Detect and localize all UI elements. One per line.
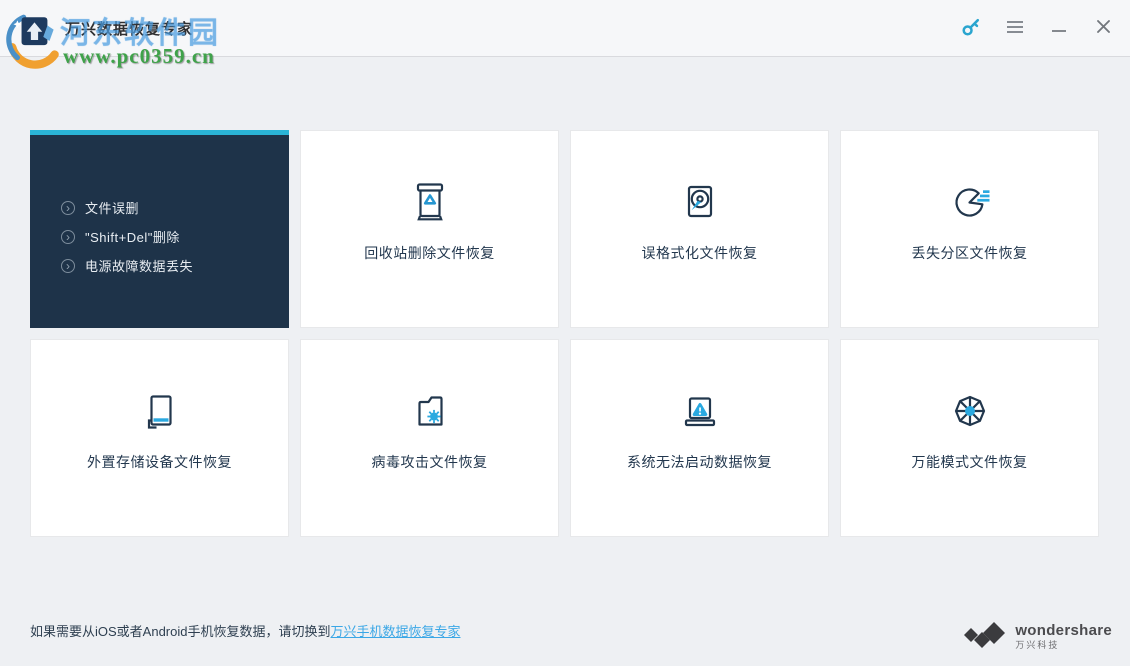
lost-partition-pie-icon <box>943 175 997 229</box>
circled-chevron-icon: › <box>61 229 75 244</box>
titlebar-controls <box>960 17 1114 39</box>
mode-card-formatted-disk[interactable]: 误格式化文件恢复 <box>570 130 829 328</box>
close-icon <box>1096 19 1111 37</box>
menu-icon <box>1006 20 1024 37</box>
mode-card-external-drive[interactable]: 外置存储设备文件恢复 <box>30 339 289 537</box>
mobile-recovery-link[interactable]: 万兴手机数据恢复专家 <box>330 624 460 639</box>
virus-folder-icon <box>403 384 457 438</box>
key-icon <box>961 16 982 40</box>
titlebar: 万兴数据恢复专家 <box>0 0 1130 57</box>
mode-card-label: 系统无法启动数据恢复 <box>627 454 772 470</box>
key-activation-button[interactable] <box>960 17 982 39</box>
mode-card-label: 回收站删除文件恢复 <box>364 245 495 261</box>
scenario-label: 电源故障数据丢失 <box>85 259 194 274</box>
minimize-icon <box>1051 21 1067 36</box>
footer-tip-text: 如果需要从iOS或者Android手机恢复数据，请切换到 <box>30 624 331 639</box>
recovery-modes-grid: › 文件误删 › "Shift+Del"删除 › 电源故障数据丢失 回收站删除文… <box>30 130 1099 537</box>
minimize-button[interactable] <box>1048 17 1070 39</box>
mode-card-universal[interactable]: 万能模式文件恢复 <box>840 339 1099 537</box>
mode-card-label: 外置存储设备文件恢复 <box>87 454 232 470</box>
menu-button[interactable] <box>1004 17 1026 39</box>
mode-card-recycle-bin[interactable]: 回收站删除文件恢复 <box>300 130 559 328</box>
mode-card-virus-attack[interactable]: 病毒攻击文件恢复 <box>300 339 559 537</box>
scenario-info-card: › 文件误删 › "Shift+Del"删除 › 电源故障数据丢失 <box>30 130 289 328</box>
app-title: 万兴数据恢复专家 <box>65 20 194 38</box>
mode-card-label: 丢失分区文件恢复 <box>911 245 1028 261</box>
scenario-list: › 文件误删 › "Shift+Del"删除 › 电源故障数据丢失 <box>30 135 289 285</box>
hard-disk-icon <box>673 175 727 229</box>
list-item: › 电源故障数据丢失 <box>61 256 289 275</box>
mode-card-label: 病毒攻击文件恢复 <box>371 454 488 470</box>
circled-chevron-icon: › <box>61 258 75 273</box>
brand-name-cn: 万兴科技 <box>1015 640 1060 650</box>
close-button[interactable] <box>1092 17 1114 39</box>
footer-tip: 如果需要从iOS或者Android手机恢复数据，请切换到万兴手机数据恢复专家 <box>30 621 461 640</box>
scenario-label: "Shift+Del"删除 <box>85 230 180 245</box>
list-item: › "Shift+Del"删除 <box>61 227 289 246</box>
mode-card-system-crash[interactable]: 系统无法启动数据恢复 <box>570 339 829 537</box>
crashed-laptop-icon <box>673 384 727 438</box>
list-item: › 文件误删 <box>61 198 289 217</box>
mode-card-label: 万能模式文件恢复 <box>911 454 1028 470</box>
recycle-bin-icon <box>403 175 457 229</box>
wondershare-logo-icon <box>963 619 1007 654</box>
external-drive-icon <box>133 384 187 438</box>
scenario-label: 文件误删 <box>85 201 140 216</box>
circled-chevron-icon: › <box>61 200 75 215</box>
universal-wheel-icon <box>943 384 997 438</box>
mode-card-label: 误格式化文件恢复 <box>641 245 758 261</box>
brand-name: wondershare <box>1015 622 1112 639</box>
mode-card-lost-partition[interactable]: 丢失分区文件恢复 <box>840 130 1099 328</box>
wondershare-brand: wondershare 万兴科技 <box>963 619 1112 654</box>
